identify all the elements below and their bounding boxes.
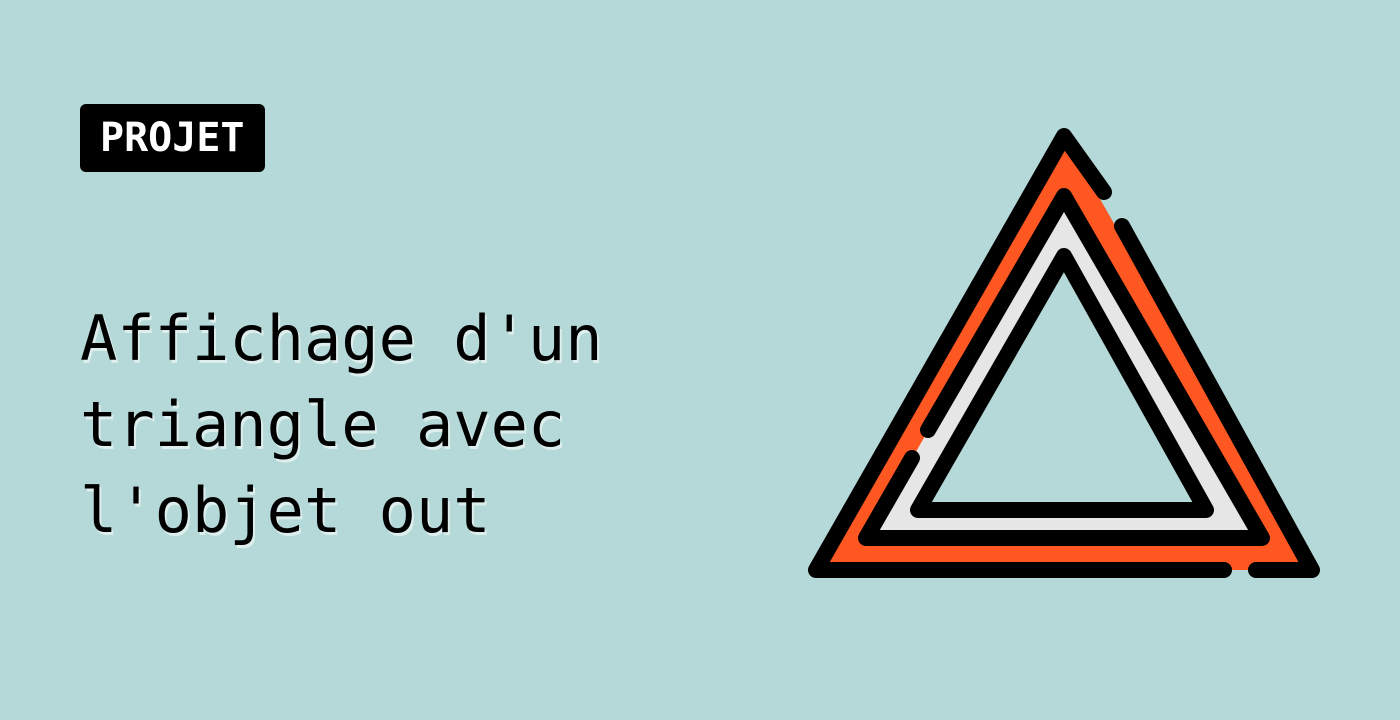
project-badge-label: PROJET	[100, 115, 245, 161]
warning-triangle-icon	[808, 128, 1320, 578]
title-line-2: triangle avec	[80, 388, 566, 461]
title-line-3: l'objet out	[80, 474, 491, 547]
project-badge: PROJET	[80, 104, 265, 172]
title-line-1: Affichage d'un	[80, 302, 603, 375]
page-title: Affichage d'un triangle avec l'objet out	[80, 296, 700, 554]
